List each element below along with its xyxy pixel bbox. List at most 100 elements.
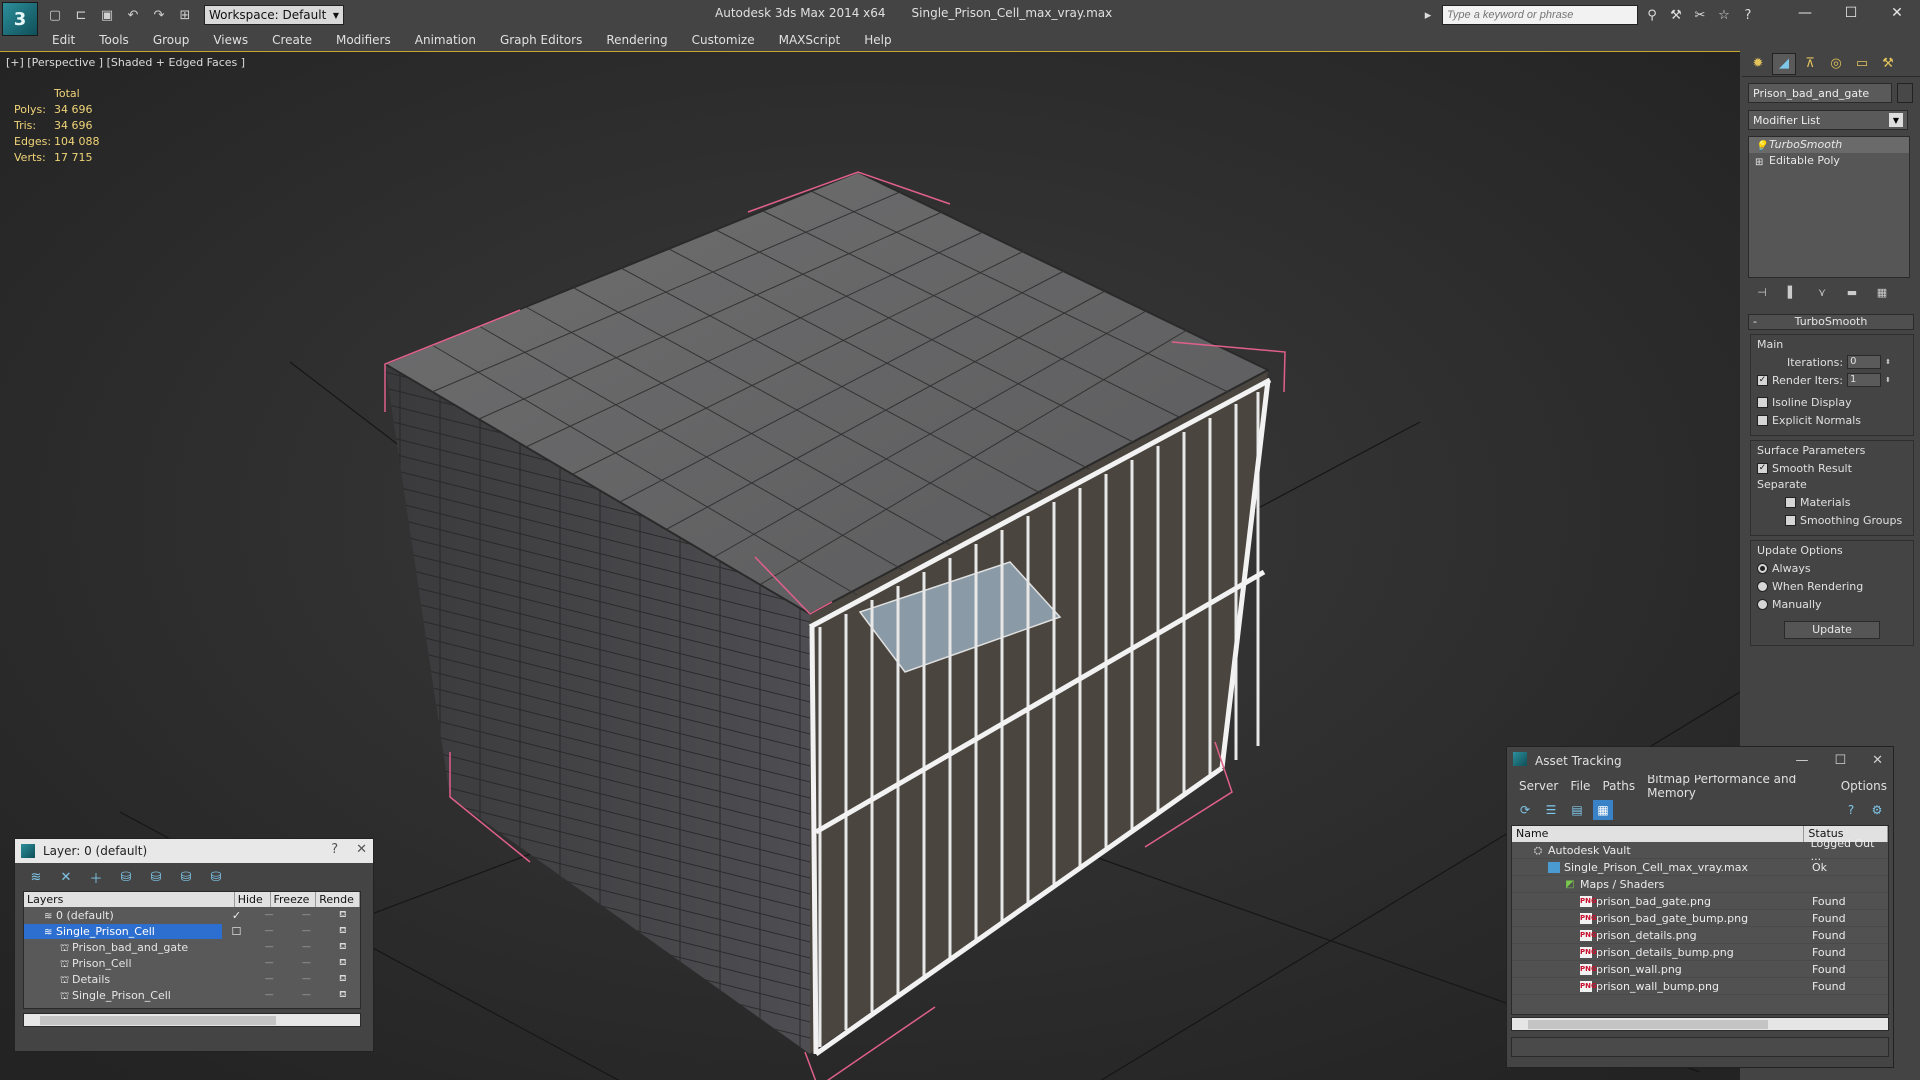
hide-toggle[interactable]: — — [251, 942, 287, 952]
pin-stack-icon[interactable]: ⊣ — [1752, 283, 1772, 301]
freeze-toggle[interactable]: — — [287, 942, 325, 952]
turbosmooth-rollout-header[interactable]: - TurboSmooth — [1748, 314, 1914, 330]
table-row[interactable]: ⛫ Single_Prison_Cell — — ⛾ — [24, 987, 360, 1003]
show-end-result-icon[interactable]: ▌ — [1782, 283, 1802, 301]
when-rendering-radio[interactable] — [1757, 580, 1768, 592]
freeze-toggle[interactable]: — — [287, 910, 325, 920]
communication-icon[interactable]: ✂ — [1690, 5, 1710, 25]
menu-server[interactable]: Server — [1513, 779, 1564, 793]
object-name-field[interactable]: Prison_bad_and_gate — [1748, 83, 1892, 103]
table-view-icon[interactable]: ▦ — [1593, 800, 1613, 820]
table-row[interactable]: ⛫ Details — — ⛾ — [24, 971, 360, 987]
search-input[interactable] — [1442, 5, 1638, 25]
menu-file[interactable]: File — [1564, 779, 1596, 793]
smoothing-groups-checkbox[interactable] — [1785, 514, 1796, 526]
set-active-box-icon[interactable]: ☐ — [222, 925, 251, 938]
project-folder-icon[interactable]: ⊞ — [174, 5, 196, 25]
create-tab-icon[interactable]: ✹ — [1746, 53, 1770, 75]
close-icon[interactable]: ✕ — [1872, 753, 1883, 768]
table-row[interactable]: PNGprison_bad_gate.png Found — [1512, 893, 1888, 910]
modify-tab-icon[interactable]: ◢ — [1772, 52, 1796, 75]
scrollbar-thumb[interactable] — [40, 1016, 276, 1025]
menu-options[interactable]: Options — [1835, 779, 1893, 793]
close-button[interactable]: ✕ — [1874, 0, 1920, 26]
table-row[interactable]: PNGprison_wall_bump.png Found — [1512, 978, 1888, 995]
save-icon[interactable]: ▣ — [96, 5, 118, 25]
redo-icon[interactable]: ↷ — [148, 5, 170, 25]
table-row[interactable]: PNGprison_bad_gate_bump.png Found — [1512, 910, 1888, 927]
table-row[interactable]: ⛫ Prison_Cell — — ⛾ — [24, 955, 360, 971]
render-iters-spinner[interactable]: 1 — [1846, 373, 1881, 387]
isoline-checkbox[interactable] — [1757, 396, 1768, 408]
menu-help[interactable]: Help — [852, 30, 903, 50]
render-teapot-icon[interactable]: ⛾ — [326, 958, 360, 969]
modifier-list-dropdown[interactable]: Modifier List ▼ — [1748, 110, 1908, 130]
table-row[interactable]: ≋ 0 (default) ✓ — — ⛾ — [24, 907, 360, 923]
favorites-star-icon[interactable]: ☆ — [1714, 5, 1734, 25]
highlight-layer-icon[interactable]: ⛁ — [147, 868, 165, 886]
freeze-toggle[interactable]: — — [287, 958, 325, 968]
materials-checkbox[interactable] — [1785, 496, 1796, 508]
render-teapot-icon[interactable]: ⛾ — [326, 974, 360, 985]
always-radio[interactable] — [1757, 562, 1768, 574]
hierarchy-tab-icon[interactable]: ⊼ — [1798, 53, 1822, 75]
col-hide[interactable]: Hide — [235, 892, 271, 907]
minimize-button[interactable]: — — [1782, 0, 1828, 26]
stack-item-editable-poly[interactable]: ⊞ Editable Poly — [1749, 153, 1909, 169]
expand-plus-icon[interactable]: ⊞ — [1755, 155, 1763, 171]
stack-item-turbosmooth[interactable]: 💡 TurboSmooth — [1749, 137, 1909, 153]
maximize-button[interactable]: ☐ — [1828, 0, 1874, 26]
workspace-dropdown[interactable]: Workspace: Default ▼ — [204, 5, 344, 25]
minimize-icon[interactable]: — — [1795, 753, 1808, 768]
asset-horizontal-scrollbar[interactable] — [1511, 1017, 1889, 1031]
menu-group[interactable]: Group — [141, 30, 202, 50]
display-tab-icon[interactable]: ▭ — [1850, 53, 1874, 75]
delete-layer-icon[interactable]: ✕ — [57, 868, 75, 886]
table-row[interactable]: ⛭ Autodesk Vault Logged Out ... — [1512, 837, 1888, 863]
col-freeze[interactable]: Freeze — [271, 892, 317, 907]
layer-dialog-titlebar[interactable]: Layer: 0 (default) ? ✕ — [15, 839, 373, 863]
subscription-icon[interactable]: ⚒ — [1666, 5, 1686, 25]
settings-icon[interactable]: ⚙ — [1867, 800, 1887, 820]
undo-icon[interactable]: ↶ — [122, 5, 144, 25]
col-layers[interactable]: Layers — [24, 892, 235, 907]
select-objects-icon[interactable]: ⛁ — [117, 868, 135, 886]
make-unique-icon[interactable]: ⋎ — [1812, 283, 1832, 301]
asset-dialog-titlebar[interactable]: Asset Tracking — ☐ ✕ — [1507, 747, 1893, 775]
add-to-layer-icon[interactable]: ＋ — [87, 868, 105, 887]
manually-radio[interactable] — [1757, 598, 1768, 610]
new-file-icon[interactable]: ▢ — [44, 5, 66, 25]
object-color-swatch[interactable] — [1897, 83, 1913, 103]
menu-edit[interactable]: Edit — [40, 30, 87, 50]
render-teapot-icon[interactable]: ⛾ — [326, 910, 360, 921]
hide-toggle[interactable]: — — [251, 926, 287, 936]
explicit-normals-checkbox[interactable] — [1757, 414, 1768, 426]
menu-modifiers[interactable]: Modifiers — [324, 30, 403, 50]
menu-customize[interactable]: Customize — [680, 30, 767, 50]
utilities-tab-icon[interactable]: ⚒ — [1876, 53, 1900, 75]
hide-toggle[interactable]: — — [251, 990, 287, 1000]
open-file-icon[interactable]: ⊏ — [70, 5, 92, 25]
menu-tools[interactable]: Tools — [87, 30, 141, 50]
binoculars-icon[interactable]: ⚲ — [1642, 5, 1662, 25]
scrollbar-thumb[interactable] — [1528, 1020, 1768, 1029]
iterations-spinner[interactable]: 0 — [1847, 355, 1882, 369]
menu-graph-editors[interactable]: Graph Editors — [488, 30, 594, 50]
configure-sets-icon[interactable]: ▦ — [1872, 283, 1892, 301]
render-teapot-icon[interactable]: ⛾ — [326, 942, 360, 953]
hide-all-icon[interactable]: ⛁ — [177, 868, 195, 886]
table-row[interactable]: ≋ Single_Prison_Cell ☐ — — ⛾ — [24, 923, 360, 939]
freeze-toggle[interactable]: — — [287, 990, 325, 1000]
table-row[interactable]: PNGprison_wall.png Found — [1512, 961, 1888, 978]
viewport-label[interactable]: [+] [Perspective ] [Shaded + Edged Faces… — [6, 56, 245, 69]
layer-horizontal-scrollbar[interactable] — [23, 1013, 361, 1027]
app-logo-button[interactable]: 3 — [2, 2, 38, 36]
expand-arrow-icon[interactable]: ▸ — [1418, 5, 1438, 25]
menu-views[interactable]: Views — [201, 30, 260, 50]
thumbnail-view-icon[interactable]: ▤ — [1567, 800, 1587, 820]
refresh-icon[interactable]: ⟳ — [1515, 800, 1535, 820]
table-row[interactable]: PNGprison_details.png Found — [1512, 927, 1888, 944]
menu-paths[interactable]: Paths — [1596, 779, 1641, 793]
table-row[interactable]: PNGprison_details_bump.png Found — [1512, 944, 1888, 961]
table-row[interactable]: ◩ Maps / Shaders — [1512, 876, 1888, 893]
